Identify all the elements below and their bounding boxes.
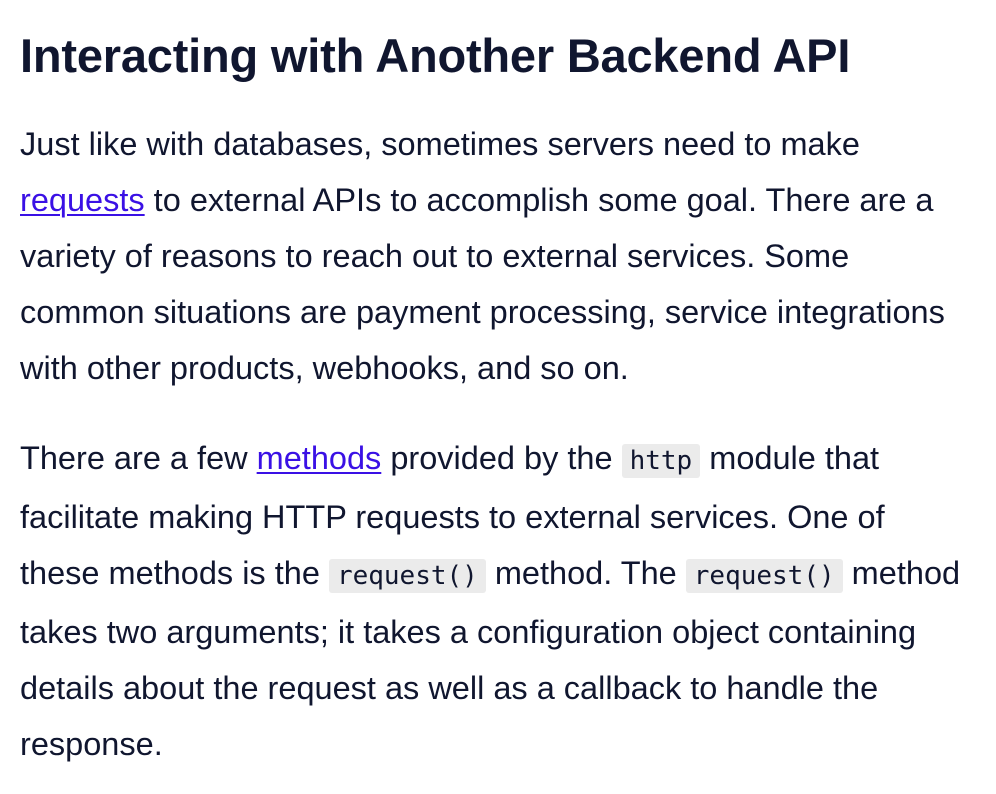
request-method-code: request() <box>328 559 486 593</box>
article-title: Interacting with Another Backend API <box>20 29 851 82</box>
request-method-code-2: request() <box>685 559 843 593</box>
paragraph-1-text-start: Just like with databases, sometimes serv… <box>20 126 860 162</box>
requests-link[interactable]: requests <box>20 182 145 218</box>
paragraph-1: Just like with databases, sometimes serv… <box>20 116 965 396</box>
http-code: http <box>621 444 701 478</box>
methods-link[interactable]: methods <box>257 440 382 476</box>
paragraph-2-text-1: There are a few <box>20 440 257 476</box>
paragraph-1-text-end: to external APIs to accomplish some goal… <box>20 182 945 386</box>
paragraph-2-text-4: method. The <box>485 555 686 591</box>
paragraph-2: There are a few methods provided by the … <box>20 430 965 772</box>
paragraph-2-text-2: provided by the <box>381 440 622 476</box>
